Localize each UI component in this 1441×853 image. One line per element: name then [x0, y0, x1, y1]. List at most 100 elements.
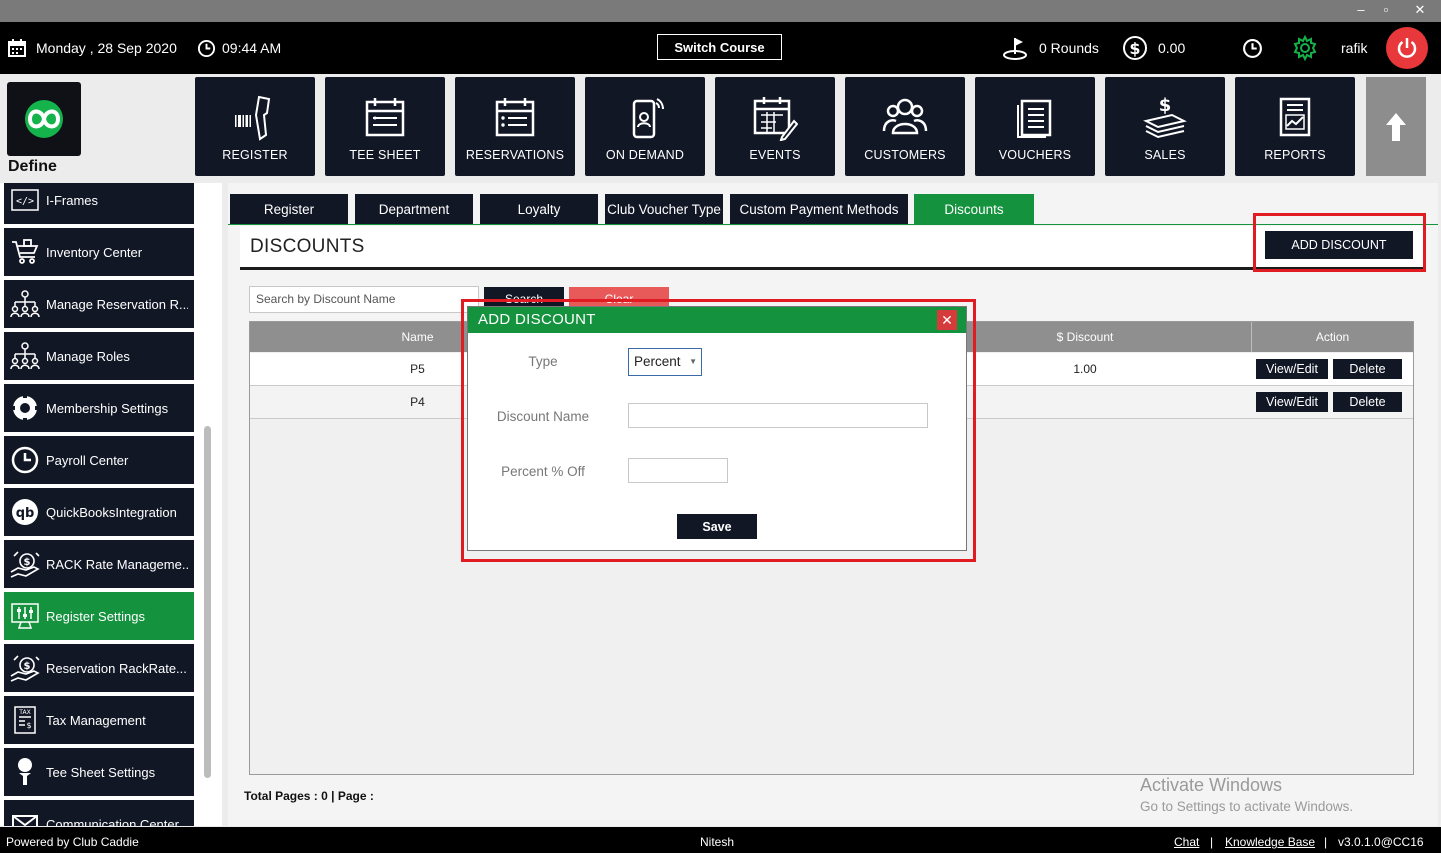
tab-club-voucher-type[interactable]: Club Voucher Type	[605, 194, 723, 224]
discount-name-input[interactable]	[628, 403, 928, 428]
windows-watermark-title: Activate Windows	[1140, 775, 1283, 795]
history-clock-icon[interactable]	[1242, 22, 1263, 74]
module-label: CUSTOMERS	[864, 148, 946, 162]
sidebar-item-i-frames[interactable]: </> I-Frames	[4, 183, 194, 224]
module-label: VOUCHERS	[998, 148, 1072, 162]
sidebar-item-quickbooks[interactable]: qb QuickBooksIntegration	[4, 488, 194, 536]
sidebar-scroll-thumb[interactable]	[204, 426, 211, 778]
report-icon	[1235, 95, 1355, 139]
close-dialog-button[interactable]: ✕	[937, 310, 957, 330]
chat-link[interactable]: Chat	[1174, 835, 1199, 849]
view-edit-button[interactable]: View/Edit	[1256, 392, 1328, 412]
pagination-info: Total Pages : 0 | Page :	[244, 789, 374, 803]
module-on-demand[interactable]: ON DEMAND	[585, 77, 705, 176]
highlight-box-add-discount	[1253, 213, 1426, 272]
power-button[interactable]	[1386, 27, 1428, 69]
calendar-list-icon	[455, 95, 575, 139]
close-window-button[interactable]: ✕	[1410, 2, 1430, 18]
sidebar-item-rack-rate[interactable]: $ RACK Rate Manageme...	[4, 540, 194, 588]
date-text: Monday , 28 Sep 2020	[36, 40, 177, 56]
logo-label: Define	[8, 158, 57, 175]
sidebar-item-label: I-Frames	[46, 192, 98, 208]
restore-button[interactable]: ▫	[1376, 2, 1396, 17]
sidebar-item-label: Communication Center	[46, 816, 179, 827]
cash-display[interactable]: $ 0.00	[1122, 22, 1185, 74]
knowledge-base-link[interactable]: Knowledge Base	[1225, 835, 1315, 849]
save-button[interactable]: Save	[677, 514, 757, 539]
cell-discount: 1.00	[1073, 362, 1097, 376]
sidebar-item-inventory-center[interactable]: Inventory Center	[4, 228, 194, 276]
version-text: v3.0.1.0@CC16	[1338, 835, 1424, 849]
delete-button[interactable]: Delete	[1333, 392, 1402, 412]
svg-text:$: $	[26, 721, 31, 730]
tab-register[interactable]: Register	[230, 194, 348, 224]
settings-gear-icon[interactable]	[1292, 22, 1318, 74]
module-tee-sheet[interactable]: TEE SHEET	[325, 77, 445, 176]
sidebar-item-membership-settings[interactable]: Membership Settings	[4, 384, 194, 432]
footer-separator: |	[1210, 835, 1214, 849]
amount-text: 0.00	[1158, 40, 1186, 56]
event-calendar-icon	[715, 95, 835, 141]
module-register[interactable]: REGISTER	[195, 77, 315, 176]
tab-loyalty[interactable]: Loyalty	[480, 194, 598, 224]
module-events[interactable]: EVENTS	[715, 77, 835, 176]
tab-custom-payment-methods[interactable]: Custom Payment Methods	[730, 194, 908, 224]
rounds-text: 0 Rounds	[1039, 40, 1099, 56]
quickbooks-icon: qb	[4, 488, 46, 536]
module-customers[interactable]: CUSTOMERS	[845, 77, 965, 176]
barcode-scanner-icon	[195, 95, 315, 141]
rounds-display[interactable]: 0 Rounds	[1003, 22, 1099, 74]
sidebar-item-label: Inventory Center	[46, 244, 143, 260]
sidebar-item-reservation-rackrate[interactable]: $ Reservation RackRate...	[4, 644, 194, 692]
page-title: DISCOUNTS	[250, 236, 365, 257]
collapse-up-button[interactable]	[1366, 77, 1426, 176]
sidebar-item-payroll-center[interactable]: Payroll Center	[4, 436, 194, 484]
sidebar-item-label: Register Settings	[46, 608, 145, 624]
clock-icon	[197, 39, 216, 58]
svg-text:$: $	[24, 557, 31, 568]
view-edit-button[interactable]: View/Edit	[1256, 359, 1328, 379]
svg-text:qb: qb	[16, 506, 35, 521]
sidebar-item-tax-management[interactable]: TAX $ Tax Management	[4, 696, 194, 744]
tab-department[interactable]: Department	[355, 194, 473, 224]
org-chart-icon	[4, 280, 46, 328]
sidebar-item-manage-roles[interactable]: Manage Roles	[4, 332, 194, 380]
module-reports[interactable]: REPORTS	[1235, 77, 1355, 176]
calendar-icon	[325, 95, 445, 139]
minimize-button[interactable]: –	[1351, 2, 1371, 17]
sidebar-item-tee-sheet-settings[interactable]: Tee Sheet Settings	[4, 748, 194, 796]
delete-button[interactable]: Delete	[1333, 359, 1402, 379]
switch-course-button[interactable]: Switch Course	[657, 34, 782, 60]
user-name[interactable]: rafik	[1341, 22, 1367, 74]
footer-user: Nitesh	[700, 835, 735, 849]
calendar-icon	[8, 39, 26, 57]
svg-text:</>: </>	[16, 196, 34, 207]
arrow-up-icon	[1386, 112, 1406, 141]
sidebar-item-manage-reservation[interactable]: Manage Reservation R...	[4, 280, 194, 328]
sidebar-item-label: Tax Management	[46, 712, 146, 728]
module-reservations[interactable]: RESERVATIONS	[455, 77, 575, 176]
module-label: REGISTER	[222, 148, 288, 162]
mobile-icon	[585, 95, 705, 141]
users-icon	[845, 95, 965, 137]
module-vouchers[interactable]: VOUCHERS	[975, 77, 1095, 176]
gear-icon	[4, 384, 46, 432]
window-titlebar: – ▫ ✕	[0, 0, 1441, 22]
tab-discounts[interactable]: Discounts	[914, 194, 1034, 224]
column-header-action: Action	[1251, 322, 1413, 352]
windows-watermark-subtitle: Go to Settings to activate Windows.	[1140, 799, 1354, 814]
cart-icon	[4, 228, 46, 276]
type-select[interactable]: Percent ▼	[628, 348, 702, 376]
sidebar-item-communication-center[interactable]: Communication Center	[4, 800, 194, 826]
sidebar-item-register-settings[interactable]: Register Settings	[4, 592, 194, 640]
svg-text:TAX: TAX	[18, 709, 30, 716]
module-sales[interactable]: $ SALES	[1105, 77, 1225, 176]
hand-money-icon: $	[4, 644, 46, 692]
power-icon	[1397, 38, 1417, 58]
dialog-title: ADD DISCOUNT	[468, 307, 966, 333]
percent-off-input[interactable]	[628, 458, 728, 483]
sliders-icon	[4, 592, 46, 640]
search-input[interactable]: Search by Discount Name	[249, 286, 479, 313]
sidebar-item-label: Tee Sheet Settings	[46, 764, 156, 780]
percent-off-label: Percent % Off	[501, 464, 585, 479]
